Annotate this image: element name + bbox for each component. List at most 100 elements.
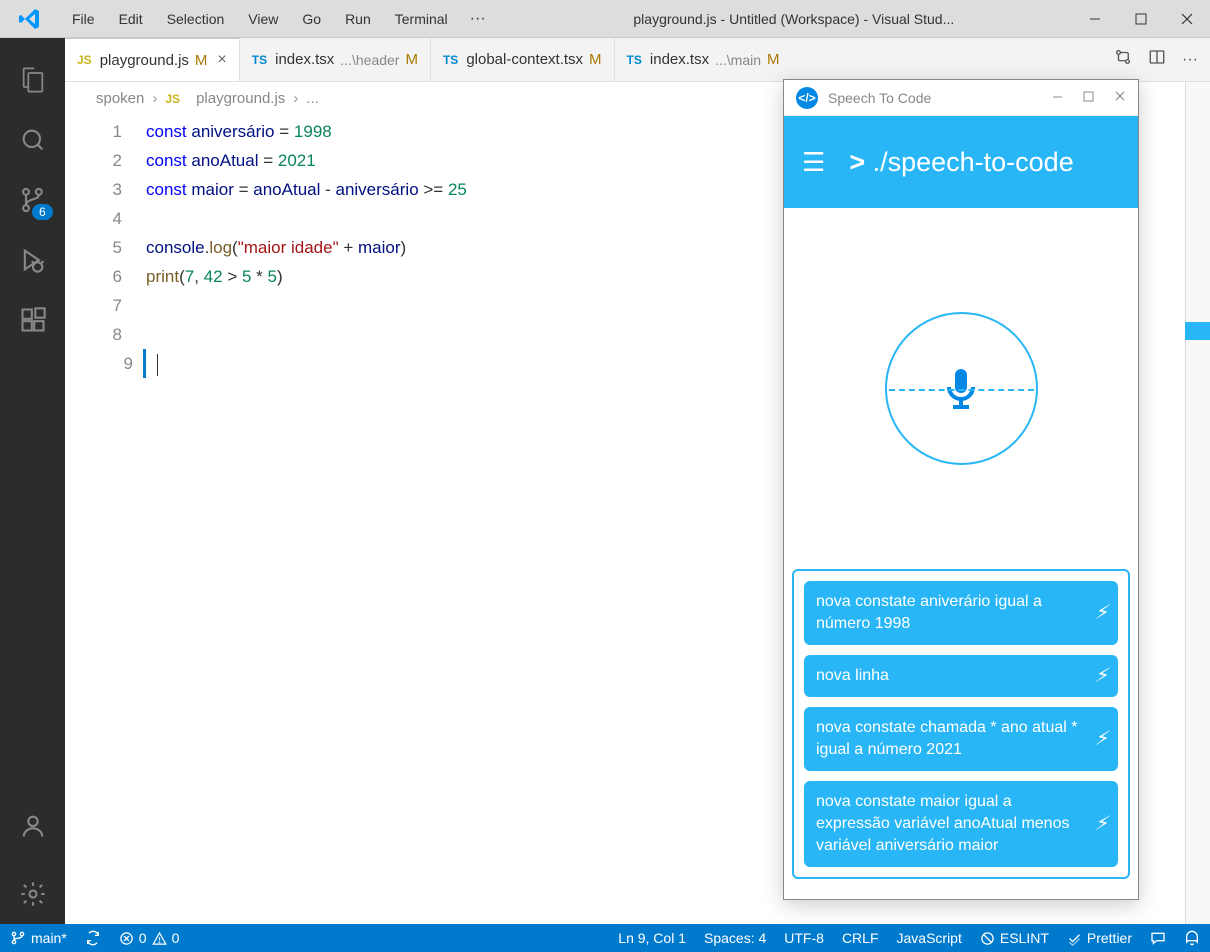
tab-index-header[interactable]: TS index.tsx ...\header M xyxy=(240,38,431,81)
modified-indicator: M xyxy=(589,51,602,68)
scm-badge: 6 xyxy=(32,204,53,220)
speech-header-title: > ./speech-to-code xyxy=(849,147,1073,178)
bolt-icon[interactable]: ⚡︎ xyxy=(1094,602,1108,624)
activity-settings[interactable] xyxy=(0,864,65,924)
menu-view[interactable]: View xyxy=(236,11,290,27)
minimap[interactable] xyxy=(1185,82,1210,924)
menu-edit[interactable]: Edit xyxy=(107,11,155,27)
vscode-logo-icon xyxy=(0,7,60,31)
maximize-button[interactable] xyxy=(1118,0,1164,38)
minimize-button[interactable] xyxy=(1052,89,1063,107)
status-spaces[interactable]: Spaces: 4 xyxy=(704,930,766,946)
modified-indicator: M xyxy=(195,52,208,69)
tab-index-main[interactable]: TS index.tsx ...\main M xyxy=(615,38,792,81)
speech-to-code-window: </> Speech To Code ☰ > ./speech-to-code … xyxy=(783,79,1139,900)
code-line[interactable]: const aniversário = 1998 xyxy=(146,117,332,146)
status-line-col[interactable]: Ln 9, Col 1 xyxy=(618,930,686,946)
code-line[interactable]: console.log("maior idade" + maior) xyxy=(146,233,406,262)
status-sync[interactable] xyxy=(85,930,101,946)
modified-indicator: M xyxy=(405,51,418,68)
speech-titlebar[interactable]: </> Speech To Code xyxy=(784,80,1138,116)
speech-header: ☰ > ./speech-to-code xyxy=(784,116,1138,208)
js-file-icon: JS xyxy=(77,53,92,67)
ts-file-icon: TS xyxy=(252,53,267,67)
command-item[interactable]: nova constate maior igual a expressão va… xyxy=(804,781,1118,867)
tab-label: index.tsx xyxy=(650,51,709,68)
speech-logo-icon: </> xyxy=(796,87,818,109)
menu-overflow-icon[interactable]: ··· xyxy=(460,10,496,28)
tab-playground-js[interactable]: JS playground.js M × xyxy=(65,38,240,81)
activity-account[interactable] xyxy=(0,796,65,856)
status-branch[interactable]: main* xyxy=(10,930,67,946)
window-controls xyxy=(1072,0,1210,38)
menu-bar: File Edit Selection View Go Run Terminal… xyxy=(60,10,496,28)
speech-window-title: Speech To Code xyxy=(828,90,931,106)
line-number: 9 xyxy=(96,349,146,378)
menu-file[interactable]: File xyxy=(60,11,107,27)
command-item[interactable]: nova constate chamada * ano atual * igua… xyxy=(804,707,1118,771)
tab-global-context[interactable]: TS global-context.tsx M xyxy=(431,38,615,81)
close-icon[interactable]: × xyxy=(217,51,226,69)
status-eslint[interactable]: ESLINT xyxy=(980,930,1049,946)
line-number: 5 xyxy=(96,233,146,262)
microphone-button[interactable] xyxy=(885,312,1038,465)
status-notifications[interactable] xyxy=(1184,930,1200,946)
minimap-overview-marker xyxy=(1185,322,1210,340)
command-text: nova constate maior igual a expressão va… xyxy=(816,793,1069,854)
split-editor-icon[interactable] xyxy=(1148,48,1166,71)
menu-run[interactable]: Run xyxy=(333,11,383,27)
line-number: 1 xyxy=(96,117,146,146)
command-text: nova linha xyxy=(816,667,889,684)
menu-go[interactable]: Go xyxy=(290,11,333,27)
tab-label: global-context.tsx xyxy=(466,51,583,68)
modified-indicator: M xyxy=(767,51,780,68)
menu-selection[interactable]: Selection xyxy=(155,11,237,27)
compare-icon[interactable] xyxy=(1114,48,1132,71)
status-bar: main* 0 0 Ln 9, Col 1 Spaces: 4 UTF-8 CR… xyxy=(0,924,1210,952)
code-line[interactable]: print(7, 42 > 5 * 5) xyxy=(146,262,283,291)
waveform-line xyxy=(889,389,1034,391)
command-text: nova constate chamada * ano atual * igua… xyxy=(816,719,1078,758)
status-prettier[interactable]: Prettier xyxy=(1067,930,1132,946)
status-eol[interactable]: CRLF xyxy=(842,930,879,946)
activity-run-debug[interactable] xyxy=(0,230,65,290)
close-button[interactable] xyxy=(1164,0,1210,38)
bolt-icon[interactable]: ⚡︎ xyxy=(1094,665,1108,687)
hamburger-icon[interactable]: ☰ xyxy=(802,147,825,178)
code-line[interactable]: const maior = anoAtual - aniversário >= … xyxy=(146,175,467,204)
code-line[interactable] xyxy=(157,349,158,378)
command-item[interactable]: nova constate aniverário igual a número … xyxy=(804,581,1118,645)
command-item[interactable]: nova linha ⚡︎ xyxy=(804,655,1118,697)
code-line[interactable]: const anoAtual = 2021 xyxy=(146,146,316,175)
activity-bar: 6 xyxy=(0,38,65,924)
breadcrumb-file[interactable]: playground.js xyxy=(196,90,285,107)
speech-command-history[interactable]: nova constate aniverário igual a número … xyxy=(792,569,1130,879)
line-number: 2 xyxy=(96,146,146,175)
status-language[interactable]: JavaScript xyxy=(897,930,962,946)
tab-bar: JS playground.js M × TS index.tsx ...\he… xyxy=(0,38,1210,82)
minimize-button[interactable] xyxy=(1072,0,1118,38)
activity-source-control[interactable]: 6 xyxy=(0,170,65,230)
breadcrumb-more[interactable]: ... xyxy=(306,90,319,107)
activity-search[interactable] xyxy=(0,110,65,170)
window-title: playground.js - Untitled (Workspace) - V… xyxy=(496,11,1072,27)
command-text: nova constate aniverário igual a número … xyxy=(816,593,1042,632)
activity-extensions[interactable] xyxy=(0,290,65,350)
bolt-icon[interactable]: ⚡︎ xyxy=(1094,813,1108,835)
close-button[interactable] xyxy=(1114,89,1126,107)
line-number: 8 xyxy=(96,320,146,349)
activity-explorer[interactable] xyxy=(0,50,65,110)
bolt-icon[interactable]: ⚡︎ xyxy=(1094,728,1108,750)
text-cursor xyxy=(157,354,158,376)
chevron-right-icon: › xyxy=(152,90,157,107)
more-actions-icon[interactable]: ··· xyxy=(1182,51,1198,69)
menu-terminal[interactable]: Terminal xyxy=(383,11,460,27)
status-problems[interactable]: 0 0 xyxy=(119,930,180,946)
status-encoding[interactable]: UTF-8 xyxy=(784,930,824,946)
status-feedback[interactable] xyxy=(1150,930,1166,946)
ts-file-icon: TS xyxy=(443,53,458,67)
maximize-button[interactable] xyxy=(1083,89,1094,107)
line-number: 6 xyxy=(96,262,146,291)
breadcrumb-root[interactable]: spoken xyxy=(96,90,144,107)
speech-main xyxy=(784,208,1138,569)
